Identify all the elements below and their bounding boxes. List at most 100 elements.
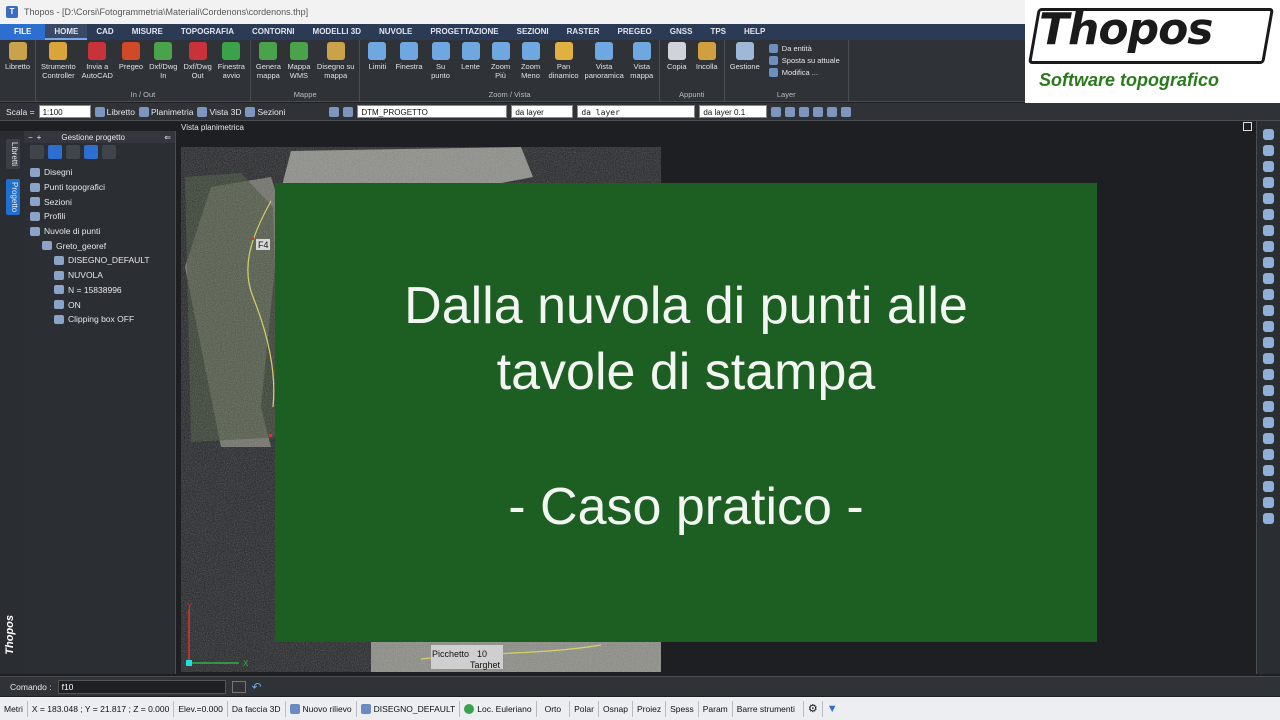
toolbar-open-icon[interactable] [785,106,796,117]
undo-icon[interactable] [813,106,824,117]
view-tool-icon[interactable] [1263,289,1274,300]
toolbar-match-icon[interactable] [771,106,782,117]
tree-item[interactable]: ON [24,297,175,312]
ribbon-button-3-6[interactable]: Pan dinamico [546,40,582,80]
layer-action-0[interactable]: Da entità [768,44,840,53]
view-libretto-button[interactable]: Libretto [94,106,135,117]
command-undo-icon[interactable]: ↶ [252,680,262,694]
tree-item[interactable]: N = 15838996 [24,283,175,298]
tab-libretti[interactable]: Libretti [6,139,20,170]
command-history-icon[interactable] [231,680,246,693]
panel-tool-zoom-icon[interactable] [84,145,98,159]
view-tool-icon[interactable] [1263,177,1274,188]
view-tool-icon[interactable] [1263,225,1274,236]
panel-tool-search-icon[interactable] [66,145,80,159]
view-tool-icon[interactable] [1263,481,1274,492]
ribbon-button-3-7[interactable]: Vista panoramica [582,40,627,80]
ribbon-button-1-0[interactable]: Strumento Controller [38,40,79,80]
ribbon-button-5-0[interactable]: Gestione [727,40,763,71]
ribbon-button-1-3[interactable]: Dxf/Dwg In [146,40,180,80]
settings-gear-icon[interactable]: ⚙ [804,700,823,717]
layer-select[interactable]: DTM_PROGETTO [357,105,508,118]
view-tool-icon[interactable] [1263,433,1274,444]
view-tool-icon[interactable] [1263,321,1274,332]
toggle-osnap[interactable]: Osnap [599,700,633,717]
view-tool-icon[interactable] [1263,401,1274,412]
view-tool-icon[interactable] [1263,193,1274,204]
status-survey[interactable]: Nuovo rilievo [286,700,357,717]
filter-icon[interactable]: ▼ [823,701,842,717]
view-tool-icon[interactable] [1263,209,1274,220]
menu-nuvole[interactable]: NUVOLE [370,24,421,40]
status-loc[interactable]: Loc. Euleriano [460,700,537,717]
ribbon-button-1-4[interactable]: Dxf/Dwg Out [180,40,214,80]
menu-raster[interactable]: RASTER [558,24,609,40]
tree-item[interactable]: Sezioni [24,194,175,209]
view-tool-icon[interactable] [1263,145,1274,156]
tree-item[interactable]: Disegni [24,165,175,180]
expand-all-icon[interactable]: + [37,133,42,142]
view-tool-icon[interactable] [1263,337,1274,348]
layer-tool-icon[interactable] [329,106,340,117]
status-face[interactable]: Da faccia 3D [228,700,286,717]
layer-action-1[interactable]: Sposta su attuale [768,56,840,65]
ribbon-button-4-0[interactable]: Copia [662,40,692,71]
ribbon-button-2-2[interactable]: Disegno su mappa [314,40,358,80]
collapse-all-icon[interactable]: − [28,133,33,142]
maximize-viewport-icon[interactable] [1243,122,1252,131]
toggle-polar[interactable]: Polar [570,700,599,717]
toggle-barre-strumenti[interactable]: Barre strumenti [733,700,804,717]
menu-cad[interactable]: CAD [87,24,122,40]
view-tool-icon[interactable] [1263,497,1274,508]
toggle-proiez[interactable]: Proiez [633,700,667,717]
toolbar-paste-icon[interactable] [841,106,852,117]
view-planimetria-button[interactable]: Planimetria [138,106,193,117]
view-tool-icon[interactable] [1263,369,1274,380]
ribbon-button-1-1[interactable]: Invia a AutoCAD [79,40,116,80]
menu-gnss[interactable]: GNSS [661,24,702,40]
toggle-spess[interactable]: Spess [666,700,699,717]
menu-tps[interactable]: TPS [701,24,735,40]
menu-help[interactable]: HELP [735,24,774,40]
tree-item[interactable]: Clipping box OFF [24,312,175,327]
ribbon-button-3-4[interactable]: Zoom Più [486,40,516,80]
panel-tool-refresh-icon[interactable] [102,145,116,159]
view-tool-icon[interactable] [1263,129,1274,140]
menu-contorni[interactable]: CONTORNI [243,24,304,40]
ribbon-button-1-5[interactable]: Finestra avvio [215,40,248,80]
ribbon-button-3-1[interactable]: Finestra [392,40,425,71]
view-tool-icon[interactable] [1263,241,1274,252]
ribbon-button-3-2[interactable]: Su punto [426,40,456,80]
lineweight-select[interactable]: da layer 0.1 [699,105,768,118]
tree-item[interactable]: NUVOLA [24,268,175,283]
linetype-select[interactable]: da layer [577,105,696,118]
menu-misure[interactable]: MISURE [123,24,172,40]
menu-modelli-3d[interactable]: MODELLI 3D [304,24,370,40]
view-tool-icon[interactable] [1263,305,1274,316]
ribbon-button-4-1[interactable]: Incolla [692,40,722,71]
view-tool-icon[interactable] [1263,273,1274,284]
toolbar-copy-icon[interactable] [827,106,838,117]
tree-item[interactable]: DISEGNO_DEFAULT [24,253,175,268]
tree-item[interactable]: Punti topografici [24,180,175,195]
toolbar-print-icon[interactable] [799,106,810,117]
view-tool-icon[interactable] [1263,161,1274,172]
view-tool-icon[interactable] [1263,449,1274,460]
menu-sezioni[interactable]: SEZIONI [508,24,558,40]
view-tool-icon[interactable] [1263,353,1274,364]
layer-action-2[interactable]: Modifica ... [768,68,840,77]
scale-select[interactable]: 1:100 [38,105,91,118]
panel-tool-select-icon[interactable] [48,145,62,159]
toggle-orto[interactable]: Orto [537,700,571,717]
tree-item[interactable]: Profili [24,209,175,224]
tab-progetto[interactable]: Progetto [6,179,20,216]
panel-tool-tree-icon[interactable] [30,145,44,159]
status-elev[interactable]: Elev.=0.000 [174,700,228,717]
view-tool-icon[interactable] [1263,417,1274,428]
command-input[interactable]: f10 [57,679,226,694]
view-3d-button[interactable]: Vista 3D [197,106,241,117]
ribbon-button-2-0[interactable]: Genera mappa [253,40,284,80]
menu-pregeo[interactable]: PREGEO [609,24,661,40]
menu-progettazione[interactable]: PROGETTAZIONE [421,24,507,40]
panel-pin-icon[interactable]: ⇐ [164,133,171,142]
